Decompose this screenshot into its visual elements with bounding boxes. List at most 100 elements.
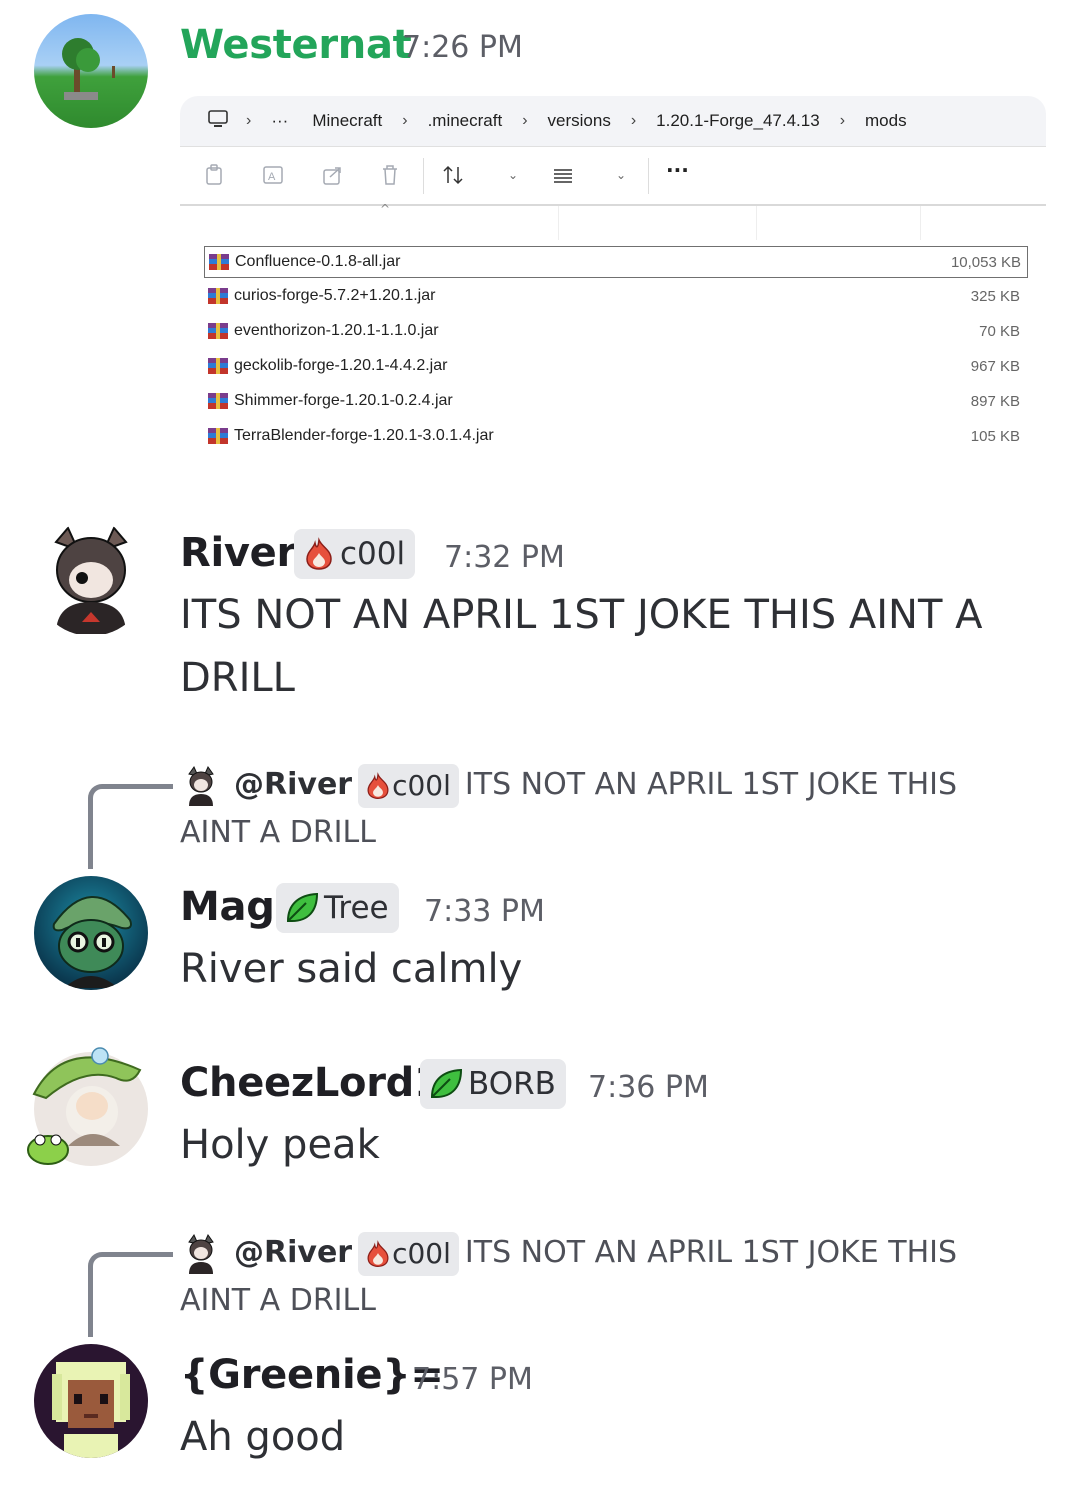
archive-icon xyxy=(208,393,228,409)
message-text: ITS NOT AN APRIL 1ST JOKE THIS AINT A DR… xyxy=(180,584,1060,710)
role-label: c00l xyxy=(392,768,451,802)
tree-landscape-icon xyxy=(62,38,115,100)
archive-icon xyxy=(208,358,228,374)
reply-avatar[interactable] xyxy=(184,1233,218,1274)
timestamp: 7:57 PM xyxy=(412,1362,533,1397)
leaf-icon xyxy=(286,892,319,922)
reply-excerpt: ITS NOT AN APRIL 1ST JOKE THIS xyxy=(464,1235,958,1270)
column-divider xyxy=(920,206,921,240)
file-name: curios-forge-5.7.2+1.20.1.jar xyxy=(234,287,436,304)
username-westernat[interactable]: Westernat xyxy=(180,22,412,68)
file-size: 70 KB xyxy=(979,322,1020,340)
role-badge[interactable]: c00l xyxy=(358,763,459,808)
file-size: 105 KB xyxy=(970,427,1020,445)
reply-connector xyxy=(88,1252,173,1337)
chevron-right-icon: › xyxy=(522,112,528,129)
username-cheezlord1[interactable]: CheezLord1 xyxy=(180,1060,442,1106)
reply-username[interactable]: @River xyxy=(234,767,352,802)
view-icon[interactable] xyxy=(552,164,574,191)
fire-icon xyxy=(306,537,332,570)
avatar-mag[interactable] xyxy=(34,876,148,990)
reply-preview[interactable]: @River c00l ITS NOT AN APRIL 1ST JOKE THIS xyxy=(234,762,957,808)
file-name: eventhorizon-1.20.1-1.1.0.jar xyxy=(234,322,439,339)
archive-icon xyxy=(208,323,228,339)
timestamp: 7:36 PM xyxy=(588,1070,709,1105)
username-river[interactable]: River xyxy=(180,530,296,576)
sort-caret-icon: ^ xyxy=(380,202,391,216)
role-badge[interactable]: Tree xyxy=(276,883,399,933)
breadcrumb-item[interactable]: .minecraft xyxy=(428,111,503,131)
role-badge[interactable]: c00l xyxy=(358,1231,459,1276)
delete-icon[interactable] xyxy=(380,164,400,191)
file-name: Shimmer-forge-1.20.1-0.2.4.jar xyxy=(234,392,453,409)
file-row[interactable]: Shimmer-forge-1.20.1-0.2.4.jar 897 KB xyxy=(204,386,1026,416)
column-divider xyxy=(558,206,559,240)
avatar-cheezlord1[interactable] xyxy=(27,1047,148,1166)
breadcrumb-item[interactable]: Minecraft xyxy=(312,111,382,131)
leaf-icon xyxy=(430,1068,463,1098)
share-icon[interactable] xyxy=(322,164,344,191)
breadcrumb-item[interactable]: mods xyxy=(865,111,907,131)
message-line: DRILL xyxy=(180,655,295,701)
sort-icon[interactable] xyxy=(442,164,464,191)
role-label: c00l xyxy=(392,1236,451,1270)
chevron-down-icon[interactable]: ⌄ xyxy=(508,168,518,182)
file-row[interactable]: TerraBlender-forge-1.20.1-3.0.1.4.jar 10… xyxy=(204,421,1026,448)
timestamp: 7:26 PM xyxy=(402,30,523,65)
pixel-character-icon xyxy=(52,1362,130,1458)
avatar-greenie[interactable] xyxy=(34,1344,148,1458)
cat-character-icon xyxy=(188,765,214,806)
role-badge[interactable]: BORB xyxy=(420,1059,566,1109)
timestamp: 7:32 PM xyxy=(444,540,565,575)
breadcrumb-item[interactable]: versions xyxy=(548,111,611,131)
archive-icon xyxy=(208,288,228,304)
file-size: 897 KB xyxy=(970,392,1020,410)
frog-leaf-character-icon xyxy=(27,1047,142,1165)
computer-icon xyxy=(208,109,228,133)
timestamp: 7:33 PM xyxy=(424,894,545,929)
svg-text:A: A xyxy=(268,171,276,183)
avatar-westernat[interactable] xyxy=(34,14,148,128)
username-greenie[interactable]: {Greenie}= xyxy=(180,1352,444,1398)
cat-character-icon xyxy=(54,526,128,634)
chevron-right-icon: › xyxy=(839,112,846,129)
file-size: 10,053 KB xyxy=(950,253,1021,271)
role-label: BORB xyxy=(468,1066,556,1102)
archive-icon xyxy=(209,254,229,270)
breadcrumb-ellipsis[interactable]: ··· xyxy=(271,111,288,131)
file-row[interactable]: eventhorizon-1.20.1-1.1.0.jar 70 KB xyxy=(204,316,1026,346)
breadcrumb: › ··· Minecraft › .minecraft › versions … xyxy=(180,96,1046,147)
reply-preview[interactable]: @River c00l ITS NOT AN APRIL 1ST JOKE THIS xyxy=(234,1230,957,1276)
file-size: 967 KB xyxy=(970,357,1020,375)
reply-username[interactable]: @River xyxy=(234,1235,352,1270)
breadcrumb-item[interactable]: 1.20.1-Forge_47.4.13 xyxy=(656,111,820,131)
reply-excerpt-continued[interactable]: AINT A DRILL xyxy=(180,1278,376,1324)
chevron-right-icon: › xyxy=(246,112,252,129)
file-name: TerraBlender-forge-1.20.1-3.0.1.4.jar xyxy=(234,427,494,444)
paste-icon[interactable] xyxy=(204,164,224,191)
file-explorer-screenshot[interactable]: › ··· Minecraft › .minecraft › versions … xyxy=(180,96,1046,448)
file-row[interactable]: geckolib-forge-1.20.1-4.4.2.jar 967 KB xyxy=(204,351,1026,381)
message-text: River said calmly xyxy=(180,946,523,992)
message-line: ITS NOT AN APRIL 1ST JOKE THIS AINT A xyxy=(180,592,983,638)
file-row[interactable]: Confluence-0.1.8-all.jar 10,053 KB xyxy=(204,246,1028,278)
more-options-icon[interactable]: ··· xyxy=(666,158,689,182)
column-divider xyxy=(756,206,757,240)
role-label: c00l xyxy=(340,536,406,572)
reply-avatar[interactable] xyxy=(184,765,218,806)
chevron-right-icon: › xyxy=(402,112,408,129)
file-row[interactable]: curios-forge-5.7.2+1.20.1.jar 325 KB xyxy=(204,281,1026,311)
toolbar-divider xyxy=(648,158,649,194)
frog-wizard-icon xyxy=(52,896,132,988)
chevron-down-icon[interactable]: ⌄ xyxy=(616,168,626,182)
chevron-right-icon: › xyxy=(630,112,637,129)
avatar-river[interactable] xyxy=(34,522,148,636)
file-name: geckolib-forge-1.20.1-4.4.2.jar xyxy=(234,357,448,374)
username-mag[interactable]: Mag xyxy=(180,884,275,930)
cat-character-icon xyxy=(188,1233,214,1274)
role-badge[interactable]: c00l xyxy=(294,529,416,579)
rename-icon[interactable]: A xyxy=(262,164,284,191)
file-name: Confluence-0.1.8-all.jar xyxy=(235,253,401,270)
reply-excerpt-continued[interactable]: AINT A DRILL xyxy=(180,810,376,856)
message-text: Ah good xyxy=(180,1414,346,1460)
